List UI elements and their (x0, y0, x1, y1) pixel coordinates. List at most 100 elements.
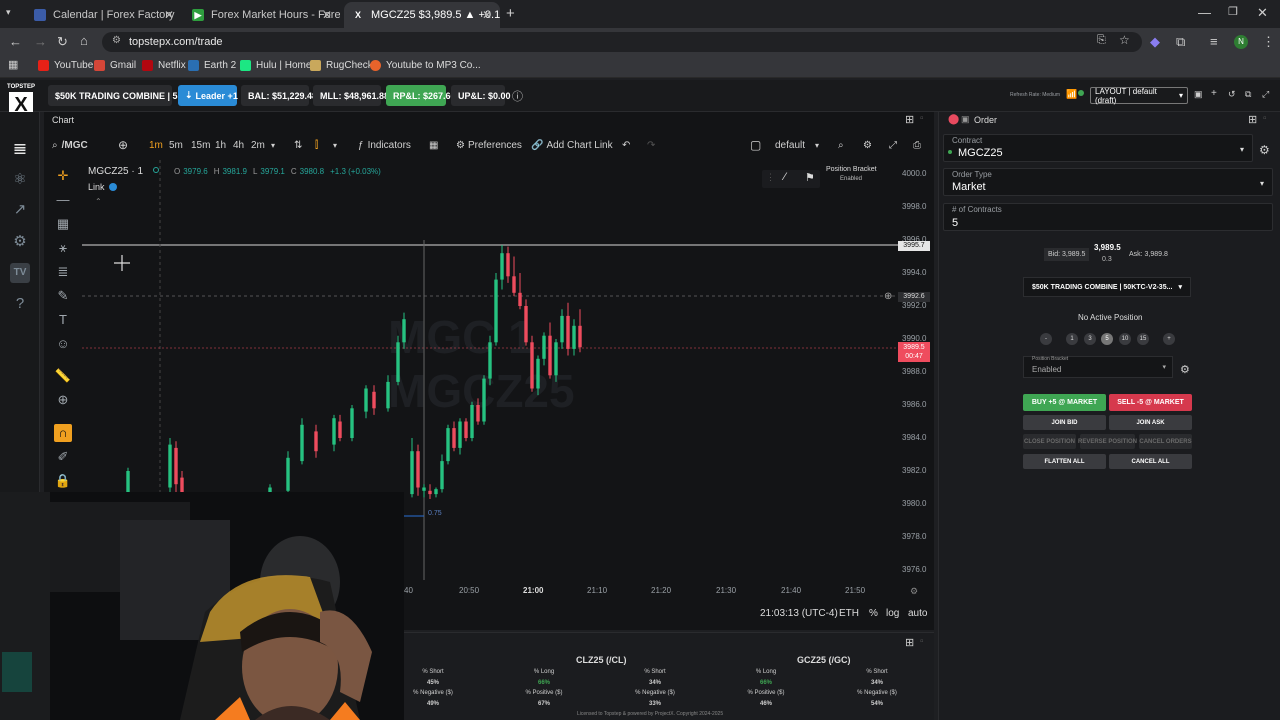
lock-drawing-pencil-icon[interactable]: ✐ (54, 448, 72, 466)
bookmark-earth2[interactable]: Earth 2 (188, 60, 236, 71)
close-tab-icon[interactable]: ✕ (322, 8, 332, 22)
cancel-orders-button[interactable]: CANCEL ORDERS (1139, 434, 1192, 449)
qty-minus-button[interactable]: - (1040, 333, 1052, 345)
position-bracket-select[interactable]: Position Bracket Enabled ▾ (1023, 356, 1173, 378)
log-toggle[interactable]: log (886, 608, 899, 619)
cancel-all-button[interactable]: CANCEL ALL (1109, 454, 1192, 469)
compare-symbol-icon[interactable]: ⊕ (118, 138, 128, 152)
layouts-grid-icon[interactable]: ▦ (429, 138, 438, 152)
snapshot-icon[interactable]: ⎙ (913, 138, 921, 152)
tab-market-hours[interactable]: ▶ Forex Market Hours - Forex Ma ✕ (184, 2, 340, 28)
emoji-tool-icon[interactable]: ☺ (54, 335, 72, 353)
crosshair-tool-icon[interactable]: ✛ (54, 167, 72, 185)
bookmark-gmail[interactable]: Gmail (94, 60, 136, 71)
interval-dropdown-icon[interactable]: ▾ (271, 138, 275, 152)
symbol-search[interactable]: ⌕/MGC (52, 138, 88, 152)
reload-icon[interactable]: ↻ (57, 34, 68, 50)
zoom-in-tool-icon[interactable]: ⊕ (54, 391, 72, 409)
nav-tradingview-icon[interactable]: TV (10, 263, 30, 283)
bookmark-netflix[interactable]: Netflix (142, 60, 186, 71)
omnibox[interactable]: ⚙ topstepx.com/trade ⎘ ☆ (102, 32, 1142, 52)
leader-badge[interactable]: ⇣ Leader +1 (178, 85, 238, 106)
interval-1m[interactable]: 1m (149, 138, 163, 152)
nav-chart-icon[interactable]: 𝌆 (10, 140, 30, 160)
tab-topstep[interactable]: X MGCZ25 $3,989.5 ▲ +0.16% ✕ (344, 2, 500, 28)
zoom-search-icon[interactable]: ⌕ (838, 138, 844, 152)
trendline-tool-icon[interactable]: ― (54, 191, 72, 209)
redo-icon[interactable]: ↷ (647, 138, 655, 152)
tab-forex-factory[interactable]: Calendar | Forex Factory ✕ (26, 2, 182, 28)
save-layout-icon[interactable]: ▣ (1194, 89, 1203, 100)
contract-settings-icon[interactable]: ⚙ (1259, 143, 1270, 157)
browser-menu-icon[interactable]: ⋮ (1262, 34, 1275, 50)
nav-help-icon[interactable]: ? (10, 294, 30, 314)
bookmark-yt-mp3[interactable]: Youtube to MP3 Co... (370, 60, 481, 71)
profile-avatar[interactable]: N (1234, 35, 1248, 49)
select-box-icon[interactable]: ▢ (750, 138, 761, 152)
bar-type-icon[interactable]: ⇅ (294, 138, 302, 152)
info-icon[interactable]: ⓘ (512, 88, 523, 104)
close-tab-icon[interactable]: ✕ (482, 8, 492, 22)
extension-icon[interactable]: ◆ (1150, 34, 1160, 50)
apps-grid-icon[interactable]: ▦ (8, 58, 18, 71)
qty-5-button[interactable]: 5 (1101, 333, 1113, 345)
bid-price[interactable]: Bid: 3,989.5 (1044, 248, 1090, 261)
add-widget-icon[interactable]: ⊞ (905, 636, 914, 649)
bookmark-hulu[interactable]: Hulu | Home (240, 60, 311, 71)
extensions-puzzle-icon[interactable]: ⧉ (1176, 34, 1185, 50)
auto-toggle[interactable]: auto (908, 608, 927, 619)
media-controls-icon[interactable]: ≡ (1210, 34, 1218, 49)
interval-5m[interactable]: 5m (169, 138, 183, 152)
ruler-tool-icon[interactable]: 📏 (54, 367, 72, 385)
add-chart-link-button[interactable]: 🔗 Add Chart Link (531, 138, 613, 152)
interval-15m[interactable]: 15m (191, 138, 210, 152)
preferences-button[interactable]: ⚙ Preferences (456, 138, 522, 152)
magnet-tool-icon[interactable]: ∩ (54, 424, 72, 442)
minimize-icon[interactable]: — (1198, 5, 1211, 20)
bookmark-star-icon[interactable]: ☆ (1119, 33, 1130, 47)
account-selector[interactable]: $50K TRADING COMBINE | 5...▾ (48, 85, 190, 106)
style-dropdown-icon[interactable]: ▾ (333, 138, 337, 152)
ask-price[interactable]: Ask: 3,989.8 (1125, 248, 1172, 261)
add-order-panel-icon[interactable]: ⊞ (1248, 113, 1257, 126)
brush-tool-icon[interactable]: ✎ (54, 287, 72, 305)
interval-2m[interactable]: 2m (251, 138, 265, 152)
fullscreen-icon[interactable]: ⤢ (1262, 89, 1269, 100)
join-bid-button[interactable]: JOIN BID (1023, 415, 1106, 430)
template-select[interactable]: default ▾ (775, 138, 819, 152)
chart-settings-icon[interactable]: ⚙ (863, 138, 872, 152)
measure-lines-icon[interactable]: ≣ (54, 263, 72, 281)
add-layout-icon[interactable]: + (1211, 88, 1217, 99)
close-window-icon[interactable]: ✕ (1257, 5, 1268, 21)
add-alert-icon[interactable]: ⊕ (884, 291, 892, 302)
restore-icon[interactable]: ❐ (1228, 5, 1238, 18)
qty-plus-button[interactable]: + (1163, 333, 1175, 345)
tab-search-icon[interactable]: ▾ (6, 7, 11, 18)
indicators-button[interactable]: ƒ Indicators (358, 138, 411, 152)
reset-layout-icon[interactable]: ↺ (1228, 89, 1236, 100)
interval-1h[interactable]: 1h (215, 138, 226, 152)
sell-market-button[interactable]: SELL -5 @ MARKET (1109, 394, 1192, 411)
undo-icon[interactable]: ↶ (622, 138, 630, 152)
qty-1-button[interactable]: 1 (1066, 333, 1078, 345)
popout-icon[interactable]: ⧉ (1245, 89, 1251, 100)
order-panel-options-icon[interactable]: ▫ (1263, 113, 1267, 124)
panel-menu-icon[interactable]: ▫ (920, 113, 924, 124)
order-account-select[interactable]: $50K TRADING COMBINE | 50KTC-V2-35... ▾ (1023, 277, 1191, 297)
install-app-icon[interactable]: ⎘ (1097, 34, 1106, 47)
nav-settings-icon[interactable]: ⚙ (10, 232, 30, 252)
forward-icon[interactable]: → (34, 34, 47, 49)
widget-options-icon[interactable]: ▫ (920, 636, 924, 647)
fib-grid-tool-icon[interactable]: ▦ (54, 215, 72, 233)
add-panel-icon[interactable]: ⊞ (905, 113, 914, 126)
order-panel-menu-icon[interactable]: ▣ (961, 114, 970, 125)
bracket-settings-icon[interactable]: ⚙ (1180, 363, 1190, 376)
session-toggle[interactable]: ETH (839, 608, 859, 619)
contract-select[interactable]: Contract MGCZ25 ▾ (943, 134, 1253, 162)
flatten-all-button[interactable]: FLATTEN ALL (1023, 454, 1106, 469)
order-type-select[interactable]: Order Type Market ▾ (943, 168, 1273, 196)
home-icon[interactable]: ⌂ (80, 33, 88, 48)
qty-10-button[interactable]: 10 (1119, 333, 1131, 345)
pattern-tool-icon[interactable]: ⚹ (54, 239, 72, 257)
layout-select[interactable]: LAYOUT | default (draft) ▾ (1090, 87, 1188, 105)
